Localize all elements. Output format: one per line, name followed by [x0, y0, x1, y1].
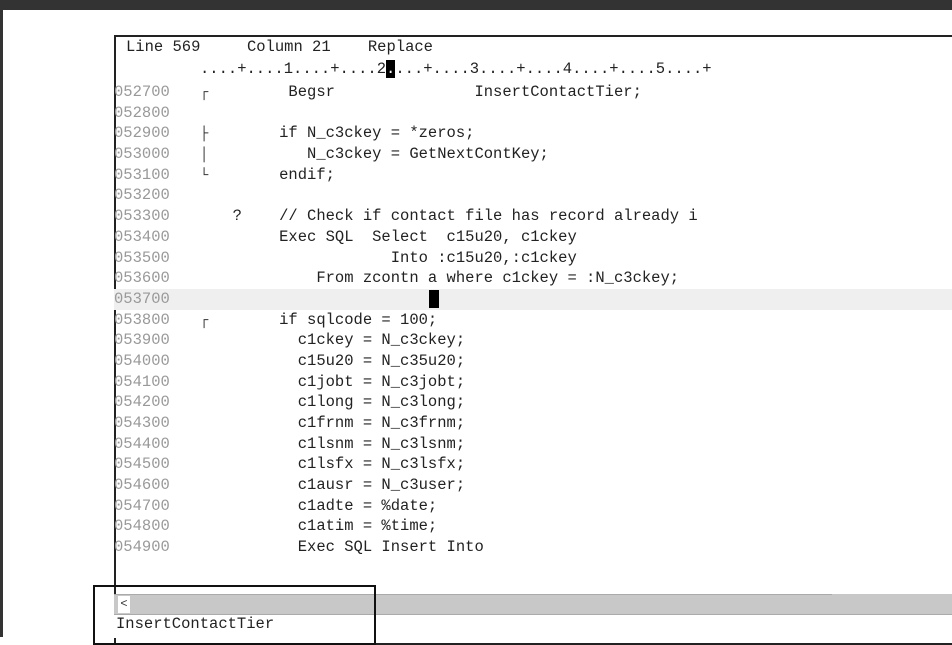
source-line[interactable]: 053300 ? // Check if contact file has re…: [114, 206, 952, 227]
ruler-before: ....+....1....+....2: [200, 60, 387, 78]
source-line[interactable]: 054200 c1long = N_c3long;: [114, 392, 952, 413]
source-code[interactable]: endif;: [214, 165, 335, 186]
scrollbar-track[interactable]: [832, 594, 952, 614]
source-code[interactable]: c1ckey = N_c3ckey;: [214, 330, 465, 351]
source-code[interactable]: Exec SQL Select c15u20, c1ckey: [214, 227, 577, 248]
window-edge: [0, 10, 3, 637]
block-marker: ┌: [200, 85, 209, 101]
line-number: 054500: [114, 455, 170, 474]
source-line[interactable]: 053200: [114, 185, 952, 206]
line-number: 052700: [114, 83, 170, 101]
line-number: 054900: [114, 538, 170, 557]
line-number: 054700: [114, 496, 170, 515]
line-number: 053700: [114, 289, 170, 308]
source-code[interactable]: c1jobt = N_c3jobt;: [214, 372, 465, 393]
highlight-callout: [93, 585, 376, 645]
line-indicator: Line 569: [126, 38, 201, 56]
text-cursor: [429, 289, 439, 308]
source-code[interactable]: N_c3ckey = GetNextContKey;: [214, 144, 549, 165]
line-number: 052900: [114, 124, 170, 143]
source-line[interactable]: 053100 └ endif;: [114, 165, 952, 186]
source-code[interactable]: Exec SQL Insert Into: [214, 537, 484, 558]
line-number: 054000: [114, 351, 170, 370]
source-code[interactable]: c1lsfx = N_c3lsfx;: [214, 454, 465, 475]
source-line[interactable]: 054300 c1frnm = N_c3frnm;: [114, 413, 952, 434]
source-line[interactable]: 053400 Exec SQL Select c15u20, c1ckey: [114, 227, 952, 248]
column-ruler: ....+....1....+....2....+....3....+....4…: [200, 60, 712, 78]
source-code[interactable]: c1long = N_c3long;: [214, 392, 465, 413]
source-line[interactable]: 054000 c15u20 = N_c35u20;: [114, 351, 952, 372]
block-marker: └: [200, 167, 209, 184]
source-line[interactable]: 054800 c1atim = %time;: [114, 516, 952, 537]
line-number: 053800: [114, 310, 170, 329]
line-number: 054600: [114, 476, 170, 495]
line-number: 054800: [114, 517, 170, 536]
source-line[interactable]: 054100 c1jobt = N_c3jobt;: [114, 372, 952, 393]
line-number: 053500: [114, 248, 170, 267]
line-number: 054300: [114, 414, 170, 432]
column-indicator: Column 21: [246, 38, 331, 56]
line-number: 054400: [114, 434, 170, 453]
source-code[interactable]: if sqlcode = 100;: [214, 310, 437, 331]
source-line[interactable]: 053600 From zcontn a where c1ckey = :N_c…: [114, 268, 952, 289]
source-code[interactable]: c1adte = %date;: [214, 496, 438, 517]
line-number: 053300: [114, 207, 170, 226]
source-line[interactable]: 052900 ├ if N_c3ckey = *zeros;: [114, 123, 952, 144]
source-code[interactable]: c1ausr = N_c3user;: [214, 475, 465, 496]
source-editor[interactable]: 052700 ┌ Begsr InsertContactTier; 052800 05…: [114, 82, 952, 558]
source-line[interactable]: 054900 Exec SQL Insert Into: [114, 537, 952, 558]
line-number: 054100: [114, 372, 170, 391]
source-code[interactable]: c1lsnm = N_c3lsnm;: [214, 434, 465, 455]
source-line[interactable]: 053700: [114, 288, 952, 310]
source-line[interactable]: 054400 c1lsnm = N_c3lsnm;: [114, 434, 952, 455]
source-line[interactable]: 053800 ┌ if sqlcode = 100;: [114, 310, 952, 331]
source-code[interactable]: Begsr InsertContactTier;: [214, 82, 641, 103]
line-number: 052800: [114, 103, 170, 122]
source-code[interactable]: if N_c3ckey = *zeros;: [214, 123, 474, 144]
source-line[interactable]: 054600 c1ausr = N_c3user;: [114, 475, 952, 496]
line-number: 053600: [114, 269, 170, 288]
source-line[interactable]: 054500 c1lsfx = N_c3lsfx;: [114, 454, 952, 475]
source-line[interactable]: 053900 c1ckey = N_c3ckey;: [114, 330, 952, 351]
source-line[interactable]: 053000 │ N_c3ckey = GetNextContKey;: [114, 144, 952, 165]
line-number: 053000: [114, 145, 170, 164]
source-code[interactable]: c1frnm = N_c3frnm;: [214, 413, 465, 434]
line-number: 053900: [114, 331, 170, 350]
status-line: Line 569 Column 21 Replace: [126, 38, 433, 56]
source-line[interactable]: 052700 ┌ Begsr InsertContactTier;: [114, 82, 952, 103]
source-code[interactable]: From zcontn a where c1ckey = :N_c3ckey;: [214, 268, 679, 289]
source-line[interactable]: 054700 c1adte = %date;: [114, 496, 952, 517]
ruler-after: ...+....3....+....4....+....5....+: [395, 60, 712, 78]
line-number: 053200: [114, 186, 170, 205]
source-code[interactable]: c1atim = %time;: [214, 516, 438, 537]
line-number: 053100: [114, 165, 170, 184]
title-bar: [0, 0, 952, 10]
source-code[interactable]: Into :c15u20,:c1ckey: [214, 248, 577, 269]
line-number: 053400: [114, 227, 170, 246]
ruler-cursor: .: [386, 60, 396, 78]
source-code[interactable]: ? // Check if contact file has record al…: [214, 206, 698, 227]
source-line[interactable]: 052800: [114, 103, 952, 124]
source-line[interactable]: 053500 Into :c15u20,:c1ckey: [114, 248, 952, 269]
block-marker: ┌: [200, 312, 209, 329]
mode-indicator: Replace: [367, 38, 433, 56]
line-number: 054200: [114, 393, 170, 412]
block-marker: │: [200, 147, 209, 164]
source-code[interactable]: c15u20 = N_c35u20;: [214, 351, 465, 372]
block-marker: ├: [200, 126, 209, 143]
